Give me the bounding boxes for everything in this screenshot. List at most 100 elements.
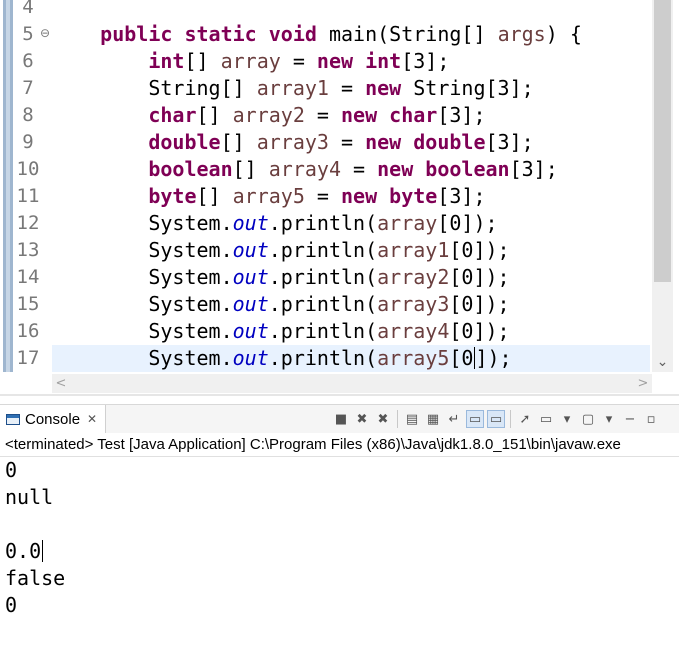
code-editor[interactable]: 4 5 6 7 8 9 10 11 12 13 14 15 16 17 ⊖ public static v… xyxy=(0,0,679,396)
code-line[interactable]: boolean[] array4 = new boolean[3]; xyxy=(52,156,650,183)
keyword-token: new xyxy=(377,157,414,181)
variable-token: array xyxy=(377,211,438,235)
close-icon[interactable]: ✕ xyxy=(87,412,97,426)
console-output-line: false xyxy=(5,565,65,592)
code-token: [3]; xyxy=(485,130,534,154)
code-line[interactable]: System.out.println(array[0]); xyxy=(52,210,650,237)
fold-collapse-icon[interactable]: ⊖ xyxy=(40,26,50,40)
code-line[interactable]: System.out.println(array1[0]); xyxy=(52,237,650,264)
toolbar-separator xyxy=(510,410,511,428)
open-console-icon[interactable]: ▢ xyxy=(579,410,597,428)
scroll-down-arrow-icon[interactable]: ⌄ xyxy=(652,352,673,372)
code-token: System. xyxy=(52,211,233,235)
code-line[interactable]: byte[] array5 = new byte[3]; xyxy=(52,183,650,210)
keyword-token: new xyxy=(365,76,402,100)
line-number: 12 xyxy=(16,212,40,234)
code-token: .println( xyxy=(268,346,378,370)
keyword-token: int xyxy=(148,49,185,73)
code-token: = xyxy=(280,49,317,73)
minimize-icon[interactable]: − xyxy=(621,410,639,428)
tab-console[interactable]: Console ✕ xyxy=(0,405,107,433)
code-token: [0]); xyxy=(449,265,510,289)
code-token: = xyxy=(328,130,366,154)
variable-token: array1 xyxy=(256,76,329,100)
console-tab-label: Console xyxy=(25,410,81,428)
remove-all-terminated-icon[interactable]: ✖ xyxy=(374,410,392,428)
change-ruler xyxy=(3,0,13,372)
code-token: [] xyxy=(184,49,221,73)
variable-token: array3 xyxy=(256,130,329,154)
word-wrap-icon[interactable]: ↵ xyxy=(445,410,463,428)
code-token: ) { xyxy=(545,22,582,46)
open-console-dropdown-icon[interactable]: ▾ xyxy=(600,410,618,428)
scroll-right-arrow-icon[interactable]: > xyxy=(634,374,652,393)
scroll-left-arrow-icon[interactable]: < xyxy=(52,374,70,393)
console-output-line: 0 xyxy=(5,592,17,619)
variable-token: array2 xyxy=(377,265,450,289)
line-number: 9 xyxy=(22,131,34,153)
console-status-line: <terminated> Test [Java Application] C:\… xyxy=(0,433,679,457)
console-toolbar: ■ ✖ ✖ ▤ ▦ ↵ ▭ ▭ ➚ ▭ ▾ ▢ ▾ − ▫ xyxy=(332,407,660,431)
field-token: out xyxy=(232,265,269,289)
code-token: [0]); xyxy=(449,319,510,343)
console-output-text: 0.0 xyxy=(5,539,42,563)
show-on-stdout-icon[interactable]: ▭ xyxy=(466,410,484,428)
line-number: 10 xyxy=(16,158,40,180)
display-selected-console-icon[interactable]: ▭ xyxy=(537,410,555,428)
display-selected-console-dropdown-icon[interactable]: ▾ xyxy=(558,410,576,428)
scroll-lock-icon[interactable]: ▦ xyxy=(424,410,442,428)
code-token: String[] xyxy=(52,76,257,100)
code-line[interactable]: char[] array2 = new char[3]; xyxy=(52,102,650,129)
console-output-line: 0.0 xyxy=(5,538,44,565)
keyword-token: static xyxy=(184,22,257,46)
keyword-token: public xyxy=(100,22,173,46)
code-line[interactable]: String[] array1 = new String[3]; xyxy=(52,75,650,102)
code-token: System. xyxy=(52,292,233,316)
line-number: 5 xyxy=(22,23,34,45)
console-output-text: 0 xyxy=(5,593,18,617)
code-line[interactable]: double[] array3 = new double[3]; xyxy=(52,129,650,156)
vertical-scrollbar[interactable]: ⌄ xyxy=(652,0,673,372)
pin-console-icon[interactable]: ➚ xyxy=(516,410,534,428)
code-line[interactable]: System.out.println(array2[0]); xyxy=(52,264,650,291)
line-number: 4 xyxy=(22,0,34,18)
code-token: .println( xyxy=(268,265,378,289)
terminate-icon[interactable]: ■ xyxy=(332,410,350,428)
code-token: = xyxy=(341,157,378,181)
clear-console-icon[interactable]: ▤ xyxy=(403,410,421,428)
maximize-icon[interactable]: ▫ xyxy=(642,410,660,428)
line-number: 13 xyxy=(16,239,40,261)
keyword-token: byte xyxy=(389,184,438,208)
variable-token: array5 xyxy=(377,346,450,370)
code-token: = xyxy=(328,76,366,100)
keyword-token: byte xyxy=(148,184,197,208)
code-line[interactable]: public static void main(String[] args) { xyxy=(52,21,650,48)
console-view-header: Console ✕ ■ ✖ ✖ ▤ ▦ ↵ ▭ ▭ ➚ ▭ ▾ ▢ ▾ − ▫ xyxy=(0,404,679,433)
code-line[interactable]: int[] array = new int[3]; xyxy=(52,48,650,75)
show-on-stderr-icon[interactable]: ▭ xyxy=(487,410,505,428)
console-output-text: 0 xyxy=(5,458,18,482)
vertical-scrollbar-thumb[interactable] xyxy=(654,0,671,282)
keyword-token: new xyxy=(341,184,378,208)
remove-launch-icon[interactable]: ✖ xyxy=(353,410,371,428)
code-line[interactable] xyxy=(52,0,650,21)
code-line[interactable]: System.out.println(array4[0]); xyxy=(52,318,650,345)
current-code-line[interactable]: System.out.println(array5[0]); xyxy=(52,345,650,372)
toolbar-separator xyxy=(397,410,398,428)
code-line[interactable]: System.out.println(array3[0]); xyxy=(52,291,650,318)
keyword-token: char xyxy=(389,103,438,127)
console-output-text: false xyxy=(5,566,66,590)
variable-token: array4 xyxy=(268,157,341,181)
console-output-text: null xyxy=(5,485,54,509)
console-icon xyxy=(6,413,20,425)
horizontal-scrollbar[interactable]: < > xyxy=(52,374,652,393)
variable-token: array5 xyxy=(232,184,305,208)
code-token: [3]; xyxy=(509,157,558,181)
editor-border xyxy=(0,394,679,396)
keyword-token: void xyxy=(268,22,317,46)
code-token: [0]); xyxy=(449,238,510,262)
